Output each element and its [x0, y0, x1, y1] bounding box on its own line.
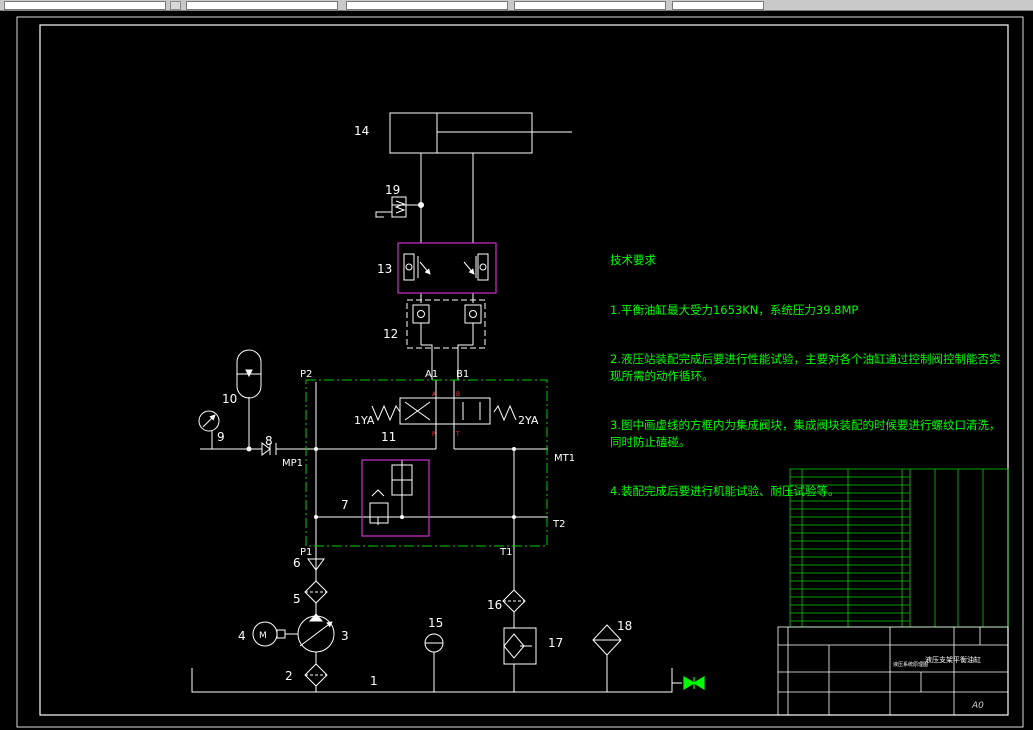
- callout-11: 11: [381, 430, 396, 444]
- cylinder-14: [389, 112, 533, 154]
- manifold-13: [397, 242, 497, 294]
- tech-req-line-1: 1.平衡油缸最大受力1653KN，系统压力39.8MP: [610, 302, 859, 317]
- linetype-dropdown[interactable]: [346, 1, 508, 10]
- motor-label: M: [259, 631, 267, 641]
- port-t2: T2: [552, 519, 565, 530]
- manifold-7: [361, 459, 430, 537]
- solenoid-2ya: 2YA: [518, 414, 539, 427]
- lineweight-dropdown[interactable]: [514, 1, 666, 10]
- callout-16: 16: [487, 598, 502, 612]
- callout-19: 19: [385, 183, 400, 197]
- callout-14: 14: [354, 124, 369, 138]
- callout-2: 2: [285, 669, 293, 683]
- layer-dropdown[interactable]: [4, 1, 166, 10]
- tank-1: [191, 668, 673, 693]
- tech-req-line-2: 2.液压站装配完成后要进行性能试验，主要对各个油缸通过控制阀控制能否实现所需的动…: [610, 352, 1001, 383]
- port-b1: B1: [456, 369, 469, 380]
- callout-5: 5: [293, 592, 301, 606]
- callout-18: 18: [617, 619, 632, 633]
- plotstyle-dropdown[interactable]: [672, 1, 764, 10]
- port-t1: T1: [499, 547, 512, 558]
- callout-17: 17: [548, 636, 563, 650]
- title-block-schematic-name: 液压系统原理图: [893, 661, 928, 668]
- color-dropdown[interactable]: [186, 1, 338, 10]
- technical-requirements: 技术要求 1.平衡油缸最大受力1653KN，系统压力39.8MP 2.液压站装配…: [610, 219, 1010, 516]
- callout-4: 4: [238, 629, 246, 643]
- port-mp1: MP1: [282, 458, 303, 469]
- callout-10: 10: [222, 392, 237, 406]
- port-p1: P1: [300, 547, 312, 558]
- toolbar-button[interactable]: [170, 1, 181, 10]
- valve-port-t: T: [455, 431, 460, 438]
- callout-8: 8: [265, 434, 273, 448]
- port-a1: A1: [425, 369, 438, 380]
- valve-11-center: [435, 397, 455, 425]
- callout-9: 9: [217, 430, 225, 444]
- title-block-sheet-size: A0: [971, 701, 984, 711]
- tech-req-line-3: 3.图中画虚线的方框内为集成阀块，集成阀块装配的时候要进行螺纹口清洗，同时防止磕…: [610, 418, 1001, 449]
- solenoid-1ya: 1YA: [354, 414, 375, 427]
- callout-1: 1: [370, 674, 378, 688]
- valve-11-right: [453, 397, 491, 425]
- valve-port-p: P: [432, 431, 436, 438]
- callout-6: 6: [293, 556, 301, 570]
- callout-15: 15: [428, 616, 443, 630]
- valve-port-b: B: [456, 391, 460, 398]
- callout-13: 13: [377, 262, 392, 276]
- port-p2: P2: [300, 369, 312, 380]
- callout-3: 3: [341, 629, 349, 643]
- callout-7: 7: [341, 498, 349, 512]
- tech-req-heading: 技术要求: [610, 253, 656, 267]
- title-block-drawing-name: 液压支架平衡油缸: [925, 655, 981, 664]
- tech-req-line-4: 4.装配完成后要进行机能试验、耐压试验等。: [610, 484, 840, 498]
- callout-12: 12: [383, 327, 398, 341]
- port-mt1: MT1: [554, 453, 575, 464]
